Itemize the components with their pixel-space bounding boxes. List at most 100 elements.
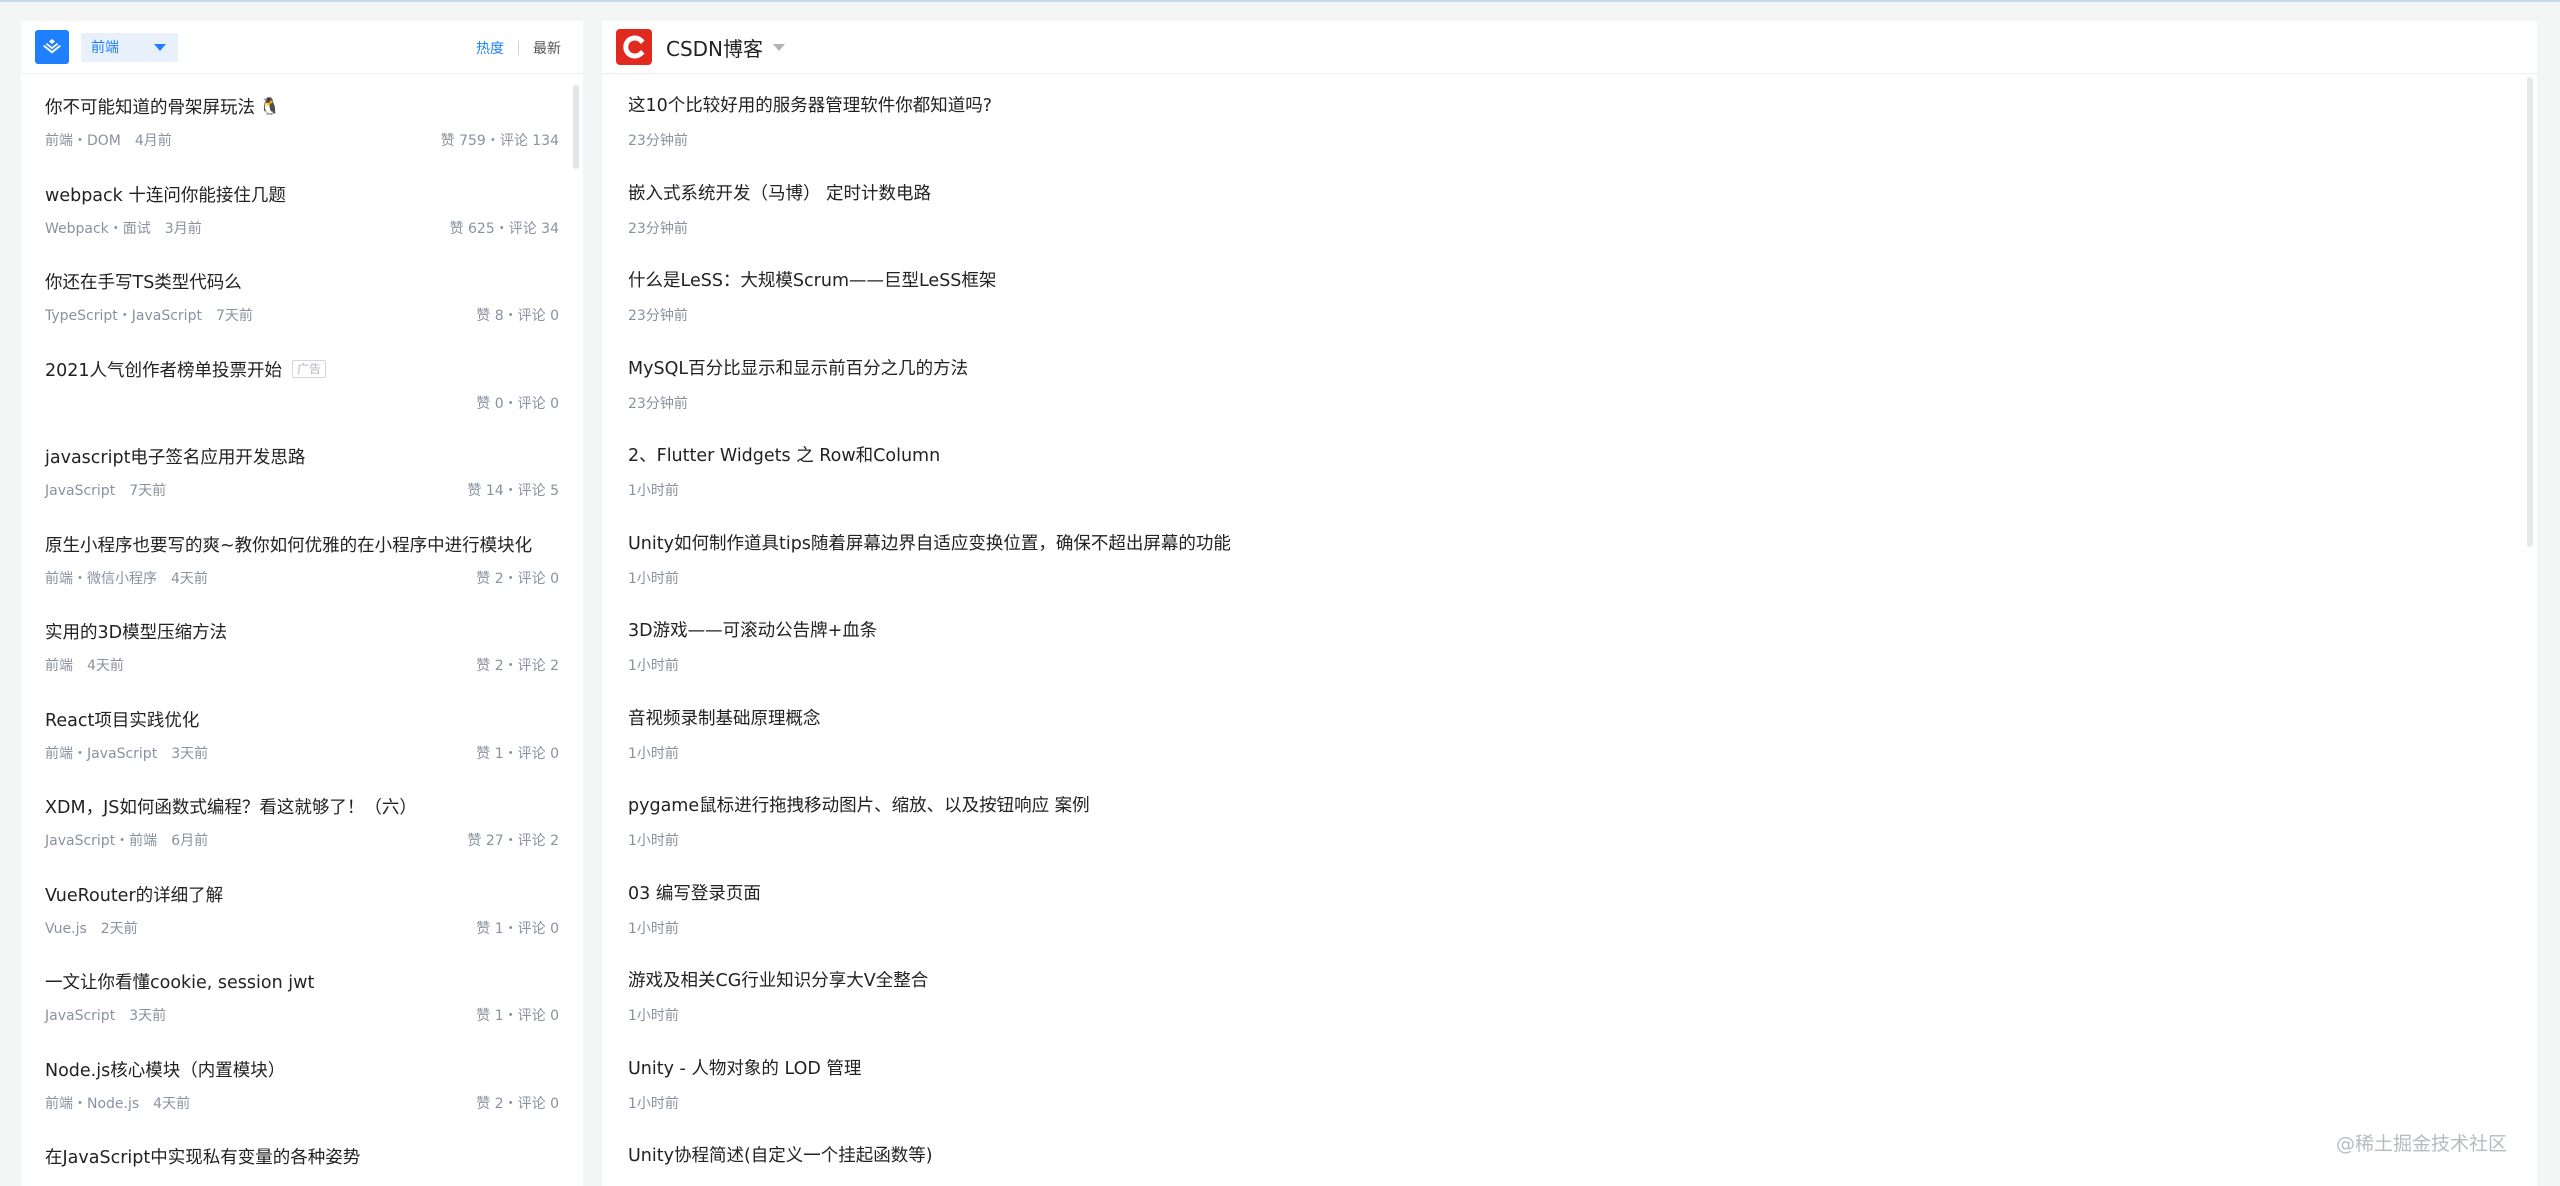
feed-title[interactable]: 3D游戏——可滚动公告牌+血条: [628, 617, 877, 642]
article-item[interactable]: 2021人气创作者榜单投票开始 广告赞 0・评论 0: [21, 337, 583, 425]
article-title-text: webpack 十连问你能接住几题: [45, 185, 286, 206]
category-select[interactable]: 前端: [81, 32, 178, 62]
article-stats: 赞 2・评论 2: [476, 658, 559, 674]
feed-title[interactable]: 音视频录制基础原理概念: [628, 705, 821, 730]
article-item[interactable]: 一文让你看懂cookie, session jwt JavaScript 3天前 赞 …: [21, 949, 583, 1037]
article-title[interactable]: 2021人气创作者榜单投票开始 广告: [45, 357, 327, 382]
article-age: 7天前: [215, 308, 253, 324]
article-list: 你不可能知道的骨架屏玩法 🐧 前端・DOM 4月前 赞 759・评论 134 webpac…: [21, 74, 583, 1186]
article-title[interactable]: 一文让你看懂cookie, session jwt: [45, 969, 314, 994]
juejin-feed-panel: 前端 热度 最新 你不可能知道的骨架屏玩法 🐧 前端・DOM 4月前 赞 759・评论 …: [21, 21, 583, 1186]
article-title-text: 2021人气创作者榜单投票开始: [45, 360, 283, 381]
csdn-feed-header: CSDN博客: [602, 21, 2537, 74]
article-item[interactable]: XDM，JS如何函数式编程？看这就够了！（六） JavaScript・前端 6月前 赞…: [21, 774, 583, 862]
feed-title[interactable]: pygame鼠标进行拖拽移动图片、缩放、以及按钮响应 案例: [628, 792, 1090, 817]
feed-time: 1小时前: [628, 658, 679, 674]
article-item[interactable]: webpack 十连问你能接住几题 Webpack・面试 3月前 赞 625・评论 3…: [21, 162, 583, 250]
article-title[interactable]: XDM，JS如何函数式编程？看这就够了！（六）: [45, 794, 417, 819]
article-title[interactable]: VueRouter的详细了解: [45, 882, 223, 907]
feed-item[interactable]: pygame鼠标进行拖拽移动图片、缩放、以及按钮响应 案例 1小时前: [602, 774, 2537, 862]
article-item[interactable]: React项目实践优化 前端・JavaScript 3天前 赞 1・评论 0: [21, 687, 583, 775]
feed-item[interactable]: Unity如何制作道具tips随着屏幕边界自适应变换位置，确保不超出屏幕的功能 1…: [602, 512, 2537, 600]
feed-time: 1小时前: [628, 1008, 679, 1024]
article-item[interactable]: 在JavaScript中实现私有变量的各种姿势: [21, 1124, 583, 1186]
feed-item[interactable]: Unity协程简述(自定义一个挂起函数等): [602, 1124, 2537, 1186]
feed-item[interactable]: 音视频录制基础原理概念 1小时前: [602, 687, 2537, 775]
article-tags[interactable]: JavaScript・前端: [45, 833, 157, 849]
feed-title[interactable]: MySQL百分比显示和显示前百分之几的方法: [628, 355, 968, 380]
csdn-logo-icon[interactable]: [616, 29, 652, 65]
article-title-text: 你不可能知道的骨架屏玩法: [45, 98, 255, 118]
feed-time: 1小时前: [628, 920, 679, 937]
article-item[interactable]: 你还在手写TS类型代码么 TypeScript・JavaScript 7天前 赞 8・…: [21, 249, 583, 337]
feed-time: 23分钟前: [628, 133, 688, 149]
article-title-text: 你还在手写TS类型代码么: [45, 273, 242, 293]
feed-item[interactable]: MySQL百分比显示和显示前百分之几的方法 23分钟前: [602, 337, 2537, 425]
tab-divider: [518, 40, 519, 55]
feed-title[interactable]: 这10个比较好用的服务器管理软件你都知道吗?: [628, 92, 992, 117]
article-title[interactable]: 实用的3D模型压缩方法: [45, 619, 227, 644]
feed-item[interactable]: 这10个比较好用的服务器管理软件你都知道吗? 23分钟前: [602, 74, 2537, 162]
article-title[interactable]: React项目实践优化: [45, 707, 199, 732]
article-title[interactable]: 你还在手写TS类型代码么: [45, 269, 242, 294]
article-tags[interactable]: JavaScript: [45, 1008, 115, 1024]
feed-title[interactable]: 03 编写登录页面: [628, 880, 761, 905]
article-meta: 前端 4天前: [45, 655, 124, 675]
article-stats: 赞 14・评论 5: [467, 483, 559, 499]
feed-time: 1小时前: [628, 745, 679, 762]
article-tags[interactable]: 前端・DOM: [45, 133, 121, 149]
feed-time: 23分钟前: [628, 220, 688, 237]
article-tags[interactable]: JavaScript: [45, 483, 115, 499]
article-title-text: 原生小程序也要写的爽~教你如何优雅的在小程序中进行模块化: [45, 535, 533, 556]
watermark: @稀土掘金技术社区: [2335, 1133, 2507, 1155]
feed-title[interactable]: 嵌入式系统开发（马博） 定时计数电路: [628, 180, 931, 205]
feed-title[interactable]: 什么是LeSS：大规模Scrum——巨型LeSS框架: [628, 267, 996, 292]
feed-item[interactable]: 什么是LeSS：大规模Scrum——巨型LeSS框架 23分钟前: [602, 249, 2537, 337]
article-tags[interactable]: 前端: [45, 658, 73, 674]
feed-time: 1小时前: [628, 1095, 679, 1112]
article-item[interactable]: 实用的3D模型压缩方法前端 4天前 赞 2・评论 2: [21, 599, 583, 687]
source-name[interactable]: CSDN博客: [666, 33, 763, 62]
article-item[interactable]: VueRouter的详细了解 Vue.js 2天前 赞 1・评论 0: [21, 862, 583, 950]
feed-item[interactable]: Unity - 人物对象的 LOD 管理 1小时前: [602, 1037, 2537, 1125]
article-tags[interactable]: 前端・微信小程序: [45, 571, 157, 587]
article-tags[interactable]: 前端・Node.js: [45, 1096, 139, 1112]
article-tags[interactable]: 前端・JavaScript: [45, 746, 157, 762]
csdn-feed-panel: CSDN博客 这10个比较好用的服务器管理软件你都知道吗? 23分钟前 嵌入式系统开…: [602, 21, 2537, 1186]
article-item[interactable]: 原生小程序也要写的爽~教你如何优雅的在小程序中进行模块化前端・微信小程序 4天前 赞…: [21, 512, 583, 600]
article-title[interactable]: 在JavaScript中实现私有变量的各种姿势: [45, 1144, 360, 1169]
feed-title[interactable]: 游戏及相关CG行业知识分享大V全整合: [628, 967, 928, 992]
article-title[interactable]: 你不可能知道的骨架屏玩法 🐧: [45, 94, 280, 119]
feed-time: 23分钟前: [628, 308, 688, 324]
article-title[interactable]: webpack 十连问你能接住几题: [45, 182, 286, 207]
juejin-logo-icon[interactable]: [35, 30, 69, 64]
chevron-down-icon[interactable]: [773, 43, 786, 51]
article-item[interactable]: 你不可能知道的骨架屏玩法 🐧 前端・DOM 4月前 赞 759・评论 134: [21, 74, 583, 162]
feed-title[interactable]: Unity如何制作道具tips随着屏幕边界自适应变换位置，确保不超出屏幕的功能: [628, 530, 1231, 555]
feed-title[interactable]: 2、Flutter Widgets 之 Row和Column: [628, 442, 940, 467]
article-title[interactable]: 原生小程序也要写的爽~教你如何优雅的在小程序中进行模块化: [45, 532, 532, 557]
article-age: 4天前: [171, 570, 208, 587]
feed-item[interactable]: 3D游戏——可滚动公告牌+血条 1小时前: [602, 599, 2537, 687]
article-stats: 赞 8・评论 0: [476, 308, 559, 324]
article-stats: 赞 2・评论 0: [476, 570, 559, 587]
article-tags[interactable]: Webpack・面试: [45, 221, 151, 237]
article-item[interactable]: javascript电子签名应用开发思路 JavaScript 7天前 赞 14・评论…: [21, 424, 583, 512]
feed-time: 1小时前: [628, 570, 679, 587]
article-item[interactable]: Node.js核心模块（内置模块） 前端・Node.js 4天前 赞 2・评论 0: [21, 1037, 583, 1125]
feed-item[interactable]: 游戏及相关CG行业知识分享大V全整合 1小时前: [602, 949, 2537, 1037]
category-select-value: 前端: [91, 40, 119, 56]
article-title[interactable]: javascript电子签名应用开发思路: [45, 444, 305, 469]
feed-item[interactable]: 2、Flutter Widgets 之 Row和Column 1小时前: [602, 424, 2537, 512]
tab-hot[interactable]: 热度: [476, 38, 504, 58]
article-stats: 赞 0・评论 0: [476, 395, 559, 412]
article-tags[interactable]: TypeScript・JavaScript: [45, 308, 202, 324]
feed-item[interactable]: 03 编写登录页面 1小时前: [602, 862, 2537, 950]
feed-title[interactable]: Unity协程简述(自定义一个挂起函数等): [628, 1142, 933, 1167]
tab-latest[interactable]: 最新: [533, 38, 561, 58]
article-title[interactable]: Node.js核心模块（内置模块）: [45, 1057, 285, 1082]
feed-title[interactable]: Unity - 人物对象的 LOD 管理: [628, 1055, 861, 1080]
feed-item[interactable]: 嵌入式系统开发（马博） 定时计数电路 23分钟前: [602, 162, 2537, 250]
article-tags[interactable]: Vue.js: [45, 921, 87, 937]
article-age: 7天前: [129, 483, 167, 499]
